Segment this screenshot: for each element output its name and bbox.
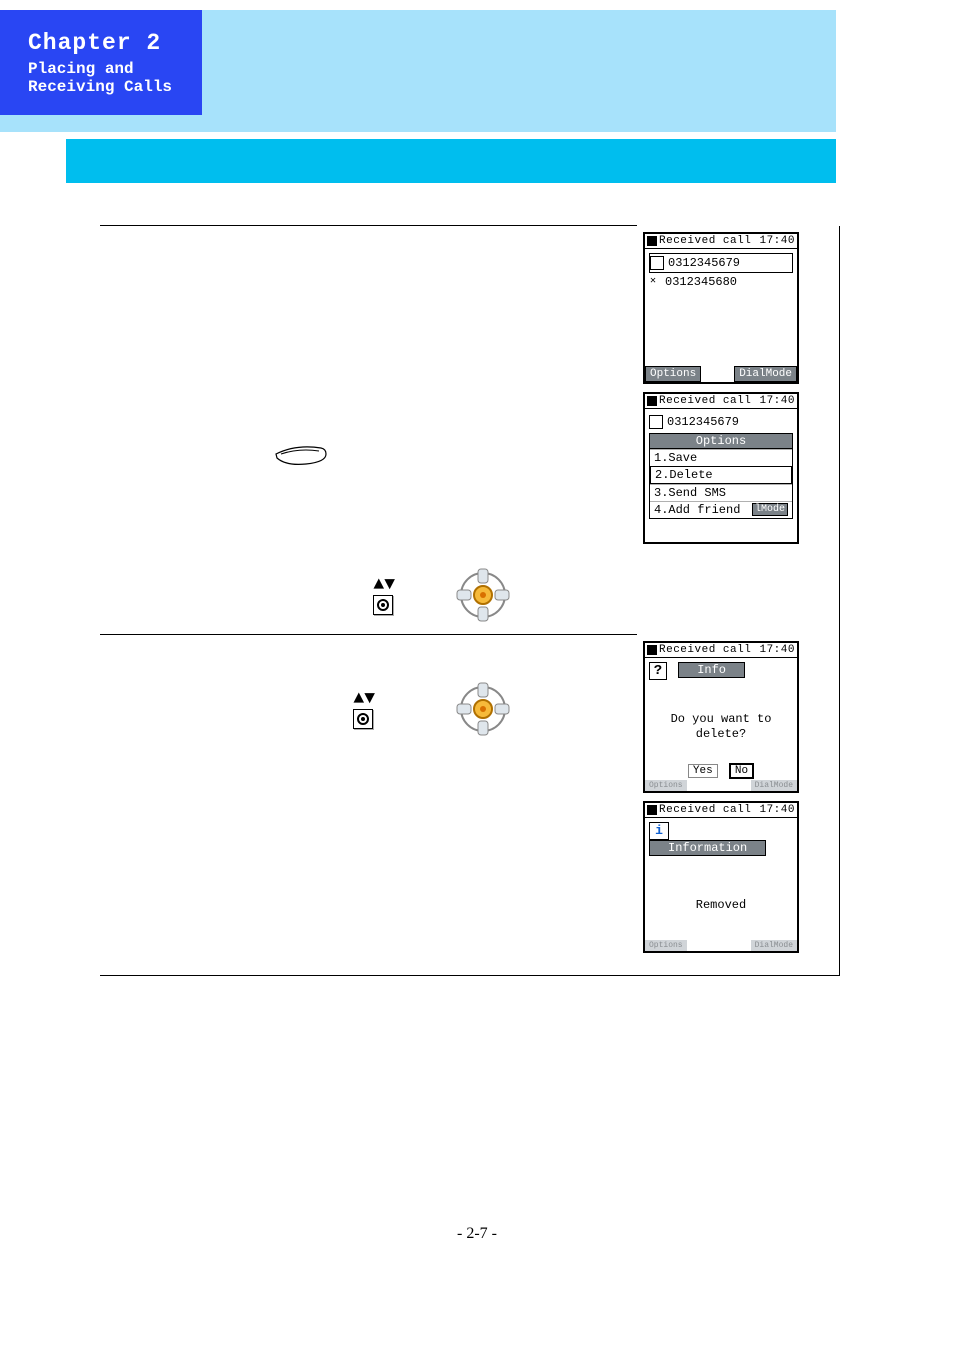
softkey-dialmode[interactable]: DialMode: [734, 366, 797, 382]
softkey-options[interactable]: Options: [645, 366, 701, 382]
send-key-icon: [271, 442, 331, 477]
information-badge: Information: [649, 840, 766, 856]
screen-time: 17:40: [759, 235, 795, 247]
batt-icon: [647, 236, 657, 246]
received-icon: [650, 256, 664, 270]
instruction-table: ▲▼: [100, 225, 840, 976]
dpad-icon: [455, 681, 511, 742]
options-menu-list: 1.Save 2.Delete 3.Send SMS 4.Add friend …: [649, 449, 793, 519]
select-button-icon: [353, 709, 373, 729]
phone-screen-removed: Received call 17:40 i Information Remove…: [643, 801, 799, 953]
option-delete[interactable]: 2.Delete: [650, 466, 792, 484]
phone-screen-options-menu: Received call 17:40 0312345679 Options 1…: [643, 392, 799, 544]
screen-time: 17:40: [759, 804, 795, 816]
dpad-icon: [455, 567, 511, 628]
call-number: 0312345679: [667, 415, 739, 429]
select-indicators: ▲▼: [353, 689, 375, 734]
accent-bar: [66, 139, 836, 183]
screen-time: 17:40: [759, 644, 795, 656]
question-icon: ?: [649, 662, 667, 680]
step-1-cell: ▲▼: [100, 226, 637, 635]
softkey-ghost-right: DialMode: [751, 940, 797, 951]
removed-message: Removed: [645, 898, 797, 914]
options-menu-header: Options: [649, 433, 793, 449]
info-badge: Info: [678, 662, 745, 678]
confirm-message: Do you want to delete?: [645, 712, 797, 743]
yes-button[interactable]: Yes: [688, 764, 718, 778]
softkey-ghost-left: Options: [645, 940, 687, 951]
no-button[interactable]: No: [729, 763, 754, 779]
select-indicators: ▲▼: [373, 575, 395, 620]
info-icon: i: [649, 822, 669, 840]
softkey-ghost-right: DialMode: [751, 780, 797, 791]
received-icon: [649, 415, 663, 429]
batt-icon: [647, 396, 657, 406]
batt-icon: [647, 645, 657, 655]
option-save[interactable]: 1.Save: [650, 449, 792, 466]
call-number: 0312345680: [665, 275, 737, 289]
phone-screen-received-list: Received call 17:40 0312345679 031234568…: [643, 232, 799, 384]
screen-title: Received call: [659, 235, 757, 247]
call-number: 0312345679: [668, 256, 740, 270]
softkey-ghost-left: Options: [645, 780, 687, 791]
screen-title: Received call: [659, 804, 757, 816]
chapter-subtitle: Placing and Receiving Calls: [28, 60, 202, 96]
chapter-box: Chapter 2 Placing and Receiving Calls: [0, 10, 202, 115]
chapter-title: Chapter 2: [28, 30, 202, 56]
step-2-screens: Received call 17:40 ? Info Do you want t…: [637, 635, 840, 976]
option-add-friend[interactable]: 4.Add friend: [654, 503, 740, 517]
screen-title: Received call: [659, 395, 757, 407]
page-number: - 2-7 -: [0, 1225, 954, 1243]
screen-time: 17:40: [759, 395, 795, 407]
step-1-screens: Received call 17:40 0312345679 031234568…: [637, 226, 840, 635]
select-button-icon: [373, 595, 393, 615]
batt-icon: [647, 805, 657, 815]
missed-icon: [649, 276, 661, 288]
screen-title: Received call: [659, 644, 757, 656]
up-down-arrow-icon: ▲▼: [353, 689, 375, 709]
softkey-mode[interactable]: lMode: [752, 503, 788, 516]
step-2-cell: ▲▼: [100, 635, 637, 976]
option-send-sms[interactable]: 3.Send SMS: [650, 484, 792, 501]
up-down-arrow-icon: ▲▼: [373, 575, 395, 595]
phone-screen-confirm-delete: Received call 17:40 ? Info Do you want t…: [643, 641, 799, 793]
